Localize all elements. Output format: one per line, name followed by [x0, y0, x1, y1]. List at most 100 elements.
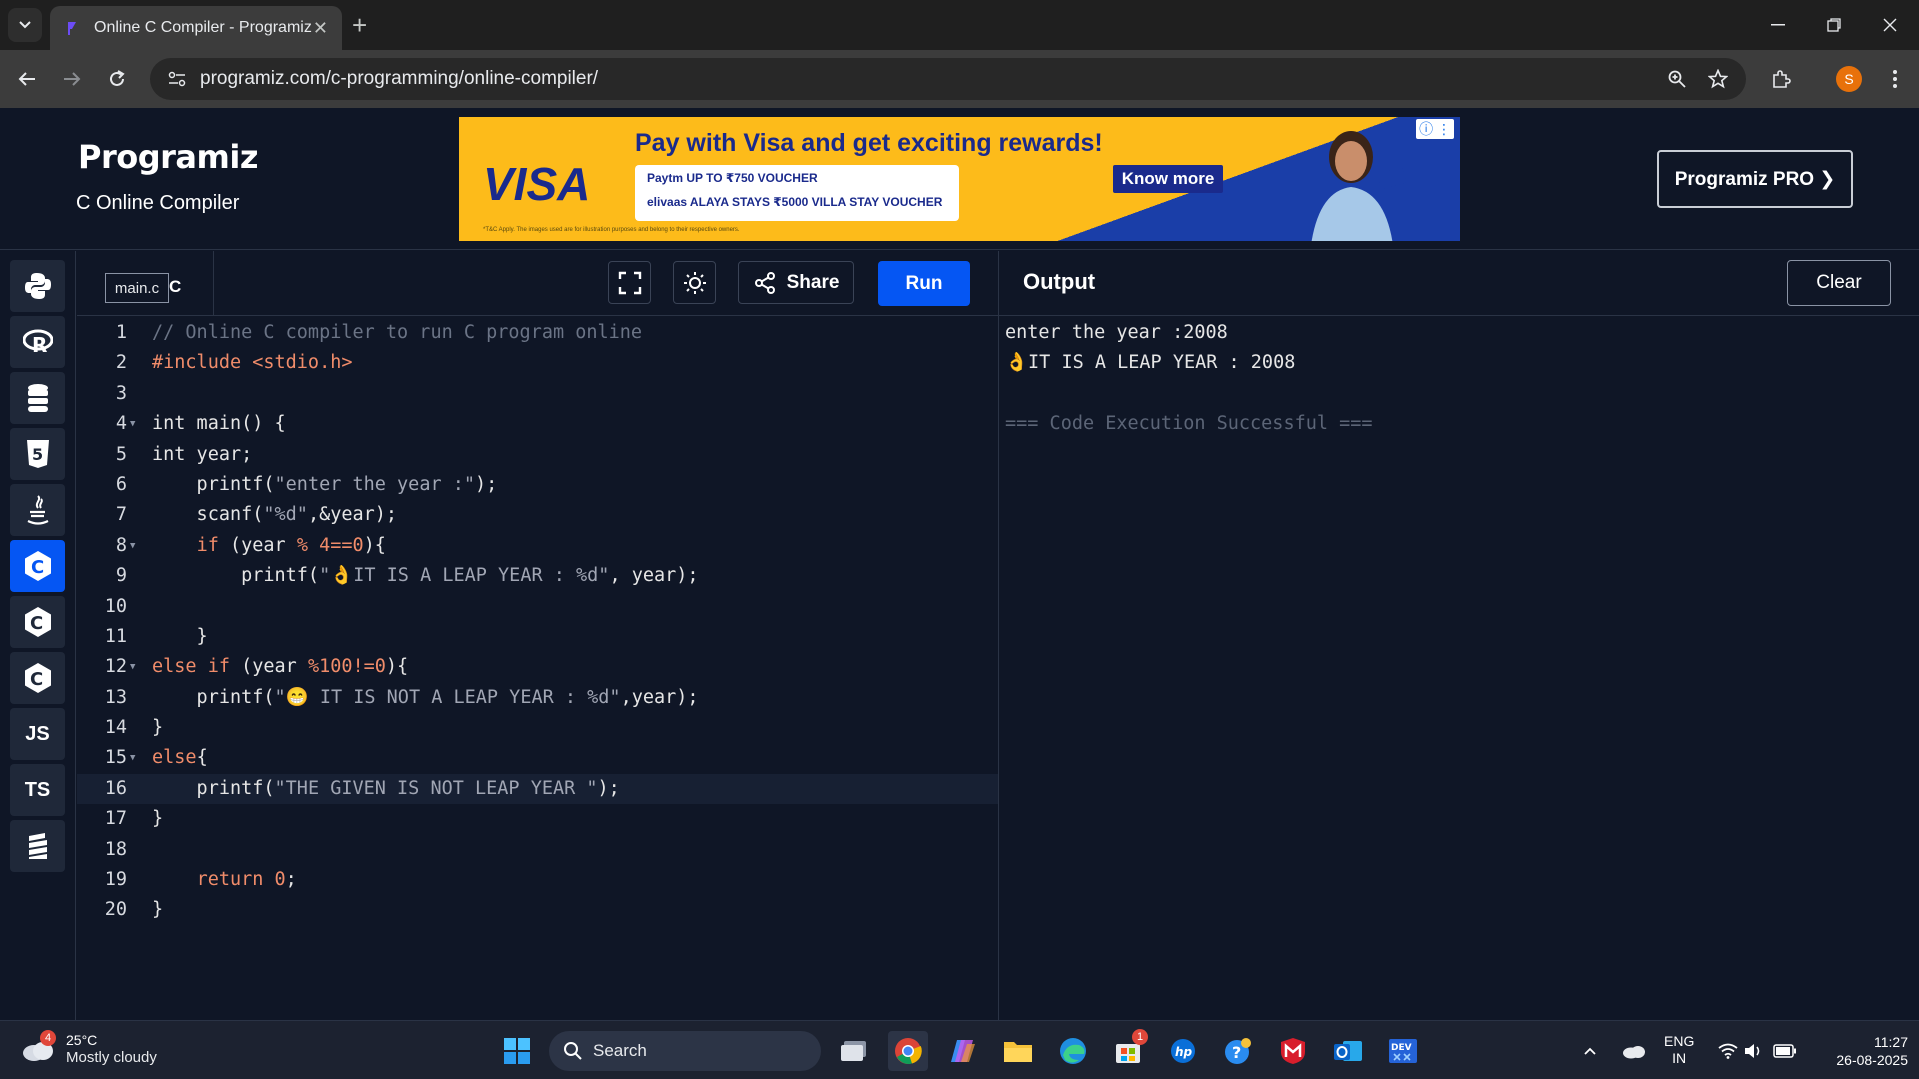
zoom-button[interactable] — [1660, 62, 1694, 96]
task-view-button[interactable] — [834, 1031, 874, 1071]
sidebar-item-r[interactable]: R — [10, 316, 65, 368]
devhome-taskbar-icon[interactable]: DEV — [1383, 1031, 1423, 1071]
back-button[interactable] — [10, 62, 44, 96]
share-button[interactable]: Share — [738, 261, 854, 304]
battery-tray-icon[interactable] — [1770, 1031, 1800, 1071]
sidebar-item-java[interactable] — [10, 484, 65, 536]
ad-know-more-button[interactable]: Know more — [1113, 165, 1223, 193]
onedrive-tray-icon[interactable] — [1618, 1031, 1650, 1071]
copilot-icon — [951, 1040, 975, 1062]
sidebar-item-js[interactable]: JS — [10, 708, 65, 760]
code-line: 8 ▼ if (year % 4==0){ — [77, 531, 998, 561]
code-line: 1// Online C compiler to run C program o… — [77, 318, 998, 348]
chrome-icon — [895, 1038, 922, 1064]
edge-icon — [1060, 1038, 1086, 1064]
programiz-logo[interactable]: Programiz — [78, 138, 258, 176]
browser-tab[interactable]: Online C Compiler - Programiz ✕ — [50, 6, 342, 50]
theme-toggle-button[interactable] — [673, 261, 716, 304]
system-clock[interactable]: 11:27 26-08-2025 — [1816, 1033, 1908, 1069]
sidebar-item-html[interactable]: 5 — [10, 428, 65, 480]
chrome-taskbar-icon[interactable] — [888, 1031, 928, 1071]
sun-icon — [683, 271, 706, 294]
line-number: 13 — [104, 686, 127, 708]
svg-text:C: C — [30, 669, 43, 690]
restore-icon — [1827, 18, 1841, 32]
clear-button[interactable]: Clear — [1787, 260, 1891, 306]
output-line: enter the year :2008 — [1005, 322, 1228, 343]
bookmark-button[interactable] — [1701, 62, 1735, 96]
help-icon: ? — [1225, 1038, 1251, 1064]
fold-arrow-icon[interactable]: ▼ — [130, 652, 135, 682]
arrow-right-icon — [64, 72, 81, 86]
hp-icon: hp — [1171, 1039, 1195, 1063]
fullscreen-button[interactable] — [608, 261, 651, 304]
line-number: 14 — [104, 717, 127, 739]
file-explorer-taskbar-icon[interactable] — [998, 1031, 1038, 1071]
extensions-button[interactable] — [1764, 62, 1798, 96]
sidebar-item-c[interactable]: C — [10, 540, 65, 592]
store-taskbar-icon[interactable]: 1 — [1108, 1029, 1148, 1071]
volume-tray-icon[interactable] — [1742, 1031, 1766, 1071]
share-icon — [754, 271, 775, 294]
profile-avatar[interactable]: S — [1836, 66, 1862, 92]
line-number: 17 — [104, 808, 127, 830]
code-area[interactable]: 1// Online C compiler to run C program o… — [77, 318, 998, 926]
wifi-tray-icon[interactable] — [1716, 1031, 1740, 1071]
new-tab-button[interactable]: + — [352, 8, 367, 42]
browser-menu-button[interactable] — [1880, 62, 1910, 96]
site-info-icon[interactable] — [156, 71, 198, 87]
mcafee-taskbar-icon[interactable] — [1273, 1031, 1313, 1071]
line-number: 7 — [115, 504, 127, 526]
ts-icon: TS — [24, 778, 51, 801]
sidebar-item-python[interactable] — [10, 260, 65, 312]
advertisement-banner[interactable]: VISA Pay with Visa and get exciting rewa… — [459, 117, 1460, 241]
help-taskbar-icon[interactable]: ? — [1218, 1031, 1258, 1071]
edge-taskbar-icon[interactable] — [1053, 1031, 1093, 1071]
fold-arrow-icon[interactable]: ▼ — [130, 531, 135, 561]
sidebar-item-csharp[interactable]: C — [10, 652, 65, 704]
search-icon — [564, 1042, 582, 1060]
fold-arrow-icon[interactable]: ▼ — [130, 409, 135, 439]
programiz-pro-button[interactable]: Programiz PRO ❯ — [1657, 150, 1853, 208]
hp-taskbar-icon[interactable]: hp — [1163, 1031, 1203, 1071]
clock-time: 11:27 — [1874, 1034, 1908, 1050]
code-line: 12 ▼ else if (year %100!=0){ — [77, 652, 998, 682]
show-hidden-icons-button[interactable] — [1578, 1031, 1602, 1071]
fold-arrow-icon[interactable]: ▼ — [130, 743, 135, 773]
code-line: 11 } — [77, 622, 998, 652]
close-icon — [1883, 18, 1897, 32]
address-bar[interactable]: programiz.com/c-programming/online-compi… — [150, 58, 1746, 100]
tab-title: Online C Compiler - Programiz — [94, 19, 312, 36]
reload-button[interactable] — [100, 62, 134, 96]
code-line: 4 ▼ int main() { — [77, 409, 998, 439]
weather-widget[interactable]: 4 25°C Mostly cloudy — [20, 1030, 157, 1067]
ad-voucher-line: elivaas ALAYA STAYS ₹5000 VILLA STAY VOU… — [647, 195, 943, 209]
svg-text:DEV: DEV — [1391, 1043, 1412, 1053]
onedrive-cloud-icon — [1623, 1046, 1645, 1059]
restore-button[interactable] — [1806, 0, 1862, 50]
sidebar-item-ts[interactable]: TS — [10, 764, 65, 816]
close-window-button[interactable] — [1862, 0, 1918, 50]
java-icon — [27, 495, 48, 525]
copilot-taskbar-icon[interactable] — [943, 1031, 983, 1071]
line-number: 8 — [115, 534, 127, 556]
run-button[interactable]: Run — [878, 261, 970, 306]
tab-search-button[interactable] — [8, 8, 42, 42]
chevron-down-icon — [19, 21, 31, 29]
sidebar-item-cpp[interactable]: C — [10, 596, 65, 648]
forward-button[interactable] — [55, 62, 89, 96]
line-number: 18 — [104, 838, 127, 860]
tab-close-icon[interactable]: ✕ — [313, 18, 328, 39]
sidebar-item-swift[interactable] — [10, 820, 65, 872]
taskbar-search[interactable]: Search — [549, 1031, 821, 1071]
language-indicator[interactable]: ENG IN — [1664, 1033, 1694, 1067]
programiz-favicon-icon — [68, 22, 76, 35]
browser-toolbar: programiz.com/c-programming/online-compi… — [0, 50, 1919, 108]
ad-info-icon[interactable]: ⓘ ⋮ — [1416, 119, 1454, 139]
file-tab[interactable]: main.c C — [77, 251, 214, 316]
sidebar-item-sql[interactable] — [10, 372, 65, 424]
minimize-button[interactable] — [1750, 0, 1806, 50]
start-button[interactable] — [497, 1031, 537, 1071]
outlook-taskbar-icon[interactable] — [1328, 1031, 1368, 1071]
output-console[interactable]: enter the year :2008 👌IT IS A LEAP YEAR … — [1005, 318, 1373, 440]
